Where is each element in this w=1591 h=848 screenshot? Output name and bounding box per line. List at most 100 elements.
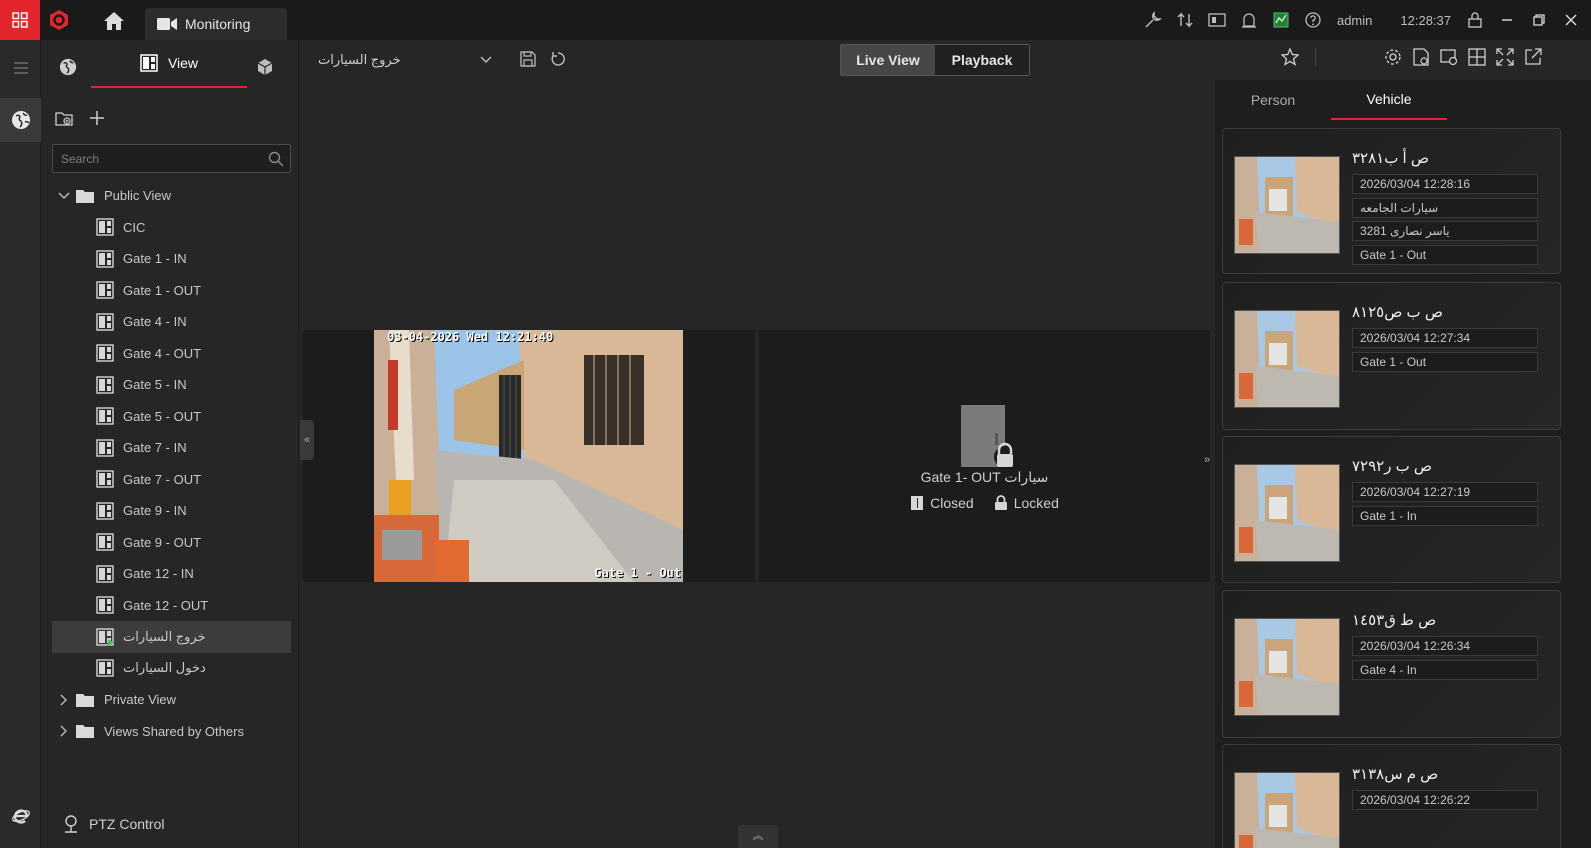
vehicle-snapshot-image <box>1235 465 1339 561</box>
minimize-icon <box>1502 19 1512 21</box>
tree-view-item[interactable]: Gate 5 - OUT <box>52 401 291 433</box>
fullscreen-icon[interactable] <box>1496 48 1514 66</box>
mode-switch: Live View Playback <box>840 44 1030 76</box>
record-window-icon[interactable] <box>1440 48 1458 66</box>
tree-view-label: Gate 4 - OUT <box>123 345 202 361</box>
up-down-arrows-icon <box>1177 12 1193 28</box>
tree-view-label: Gate 1 - IN <box>123 251 187 267</box>
chevron-right-icon[interactable] <box>60 725 68 737</box>
app-menu-button[interactable] <box>0 0 40 40</box>
tab-monitoring[interactable]: Monitoring <box>145 8 287 40</box>
add-view-group-icon[interactable] <box>55 110 73 126</box>
video-window-1[interactable]: 03-04-2026 Wed 12:21:40 Gate 1 - Out <box>303 330 755 582</box>
tab-person[interactable]: Person <box>1215 80 1331 120</box>
menu-toggle-button[interactable] <box>0 46 41 90</box>
tab-vehicle[interactable]: Vehicle <box>1331 80 1447 120</box>
door-status: Closed Locked <box>759 495 1210 511</box>
tree-view-item[interactable]: Gate 12 - IN <box>52 558 291 590</box>
lock-button[interactable] <box>1459 0 1491 40</box>
tree-view-item[interactable]: Gate 12 - OUT <box>52 590 291 622</box>
minimize-button[interactable] <box>1491 0 1523 40</box>
tools-button[interactable] <box>1137 0 1169 40</box>
vehicle-snapshot-image <box>1235 773 1339 848</box>
tree-view-item[interactable]: Gate 5 - IN <box>52 369 291 401</box>
close-button[interactable] <box>1555 0 1587 40</box>
view-actions <box>520 51 566 67</box>
search-box <box>52 144 291 173</box>
add-icon[interactable] <box>89 110 105 126</box>
tree-view-item[interactable]: خروج السيارات <box>52 621 291 653</box>
restore-button[interactable] <box>1523 0 1555 40</box>
tree-view-item[interactable]: Gate 1 - IN <box>52 243 291 275</box>
chevron-right-icon[interactable] <box>60 694 68 706</box>
star-icon[interactable] <box>1281 48 1299 66</box>
tree-folder-shared-views[interactable]: Views Shared by Others <box>52 716 291 748</box>
globe-icon[interactable] <box>59 58 77 76</box>
view-layout-icon <box>96 565 114 583</box>
help-button[interactable] <box>1297 0 1329 40</box>
window-division-icon[interactable] <box>1468 48 1486 66</box>
tree-view-label: Gate 12 - OUT <box>123 597 209 613</box>
capture-icon[interactable] <box>1412 48 1430 66</box>
refresh-icon[interactable] <box>550 51 566 67</box>
collapse-left-panel-button[interactable]: « <box>300 420 314 460</box>
vehicle-snapshot[interactable] <box>1234 464 1340 562</box>
tab-view[interactable]: View <box>91 40 247 88</box>
chevron-down-icon[interactable] <box>58 192 70 200</box>
vehicle-snapshot-image <box>1235 311 1339 407</box>
view-layout-icon <box>96 596 114 614</box>
tree-view-item[interactable]: Gate 7 - IN <box>52 432 291 464</box>
tree-view-item[interactable]: CIC <box>52 212 291 244</box>
plate-number: ص ط ق١٤٥٣ <box>1352 612 1437 629</box>
vehicle-event-card[interactable]: ص أ ب٣٢٨١ 2026/03/04 12:28:16 سيارات الجام… <box>1222 128 1561 274</box>
clock: 12:28:37 <box>1400 12 1451 28</box>
door-locked-icon <box>961 405 1015 468</box>
collapse-right-panel-button[interactable]: » <box>1200 440 1214 480</box>
tree-folder-public-view[interactable]: Public View <box>52 180 291 212</box>
search-icon[interactable] <box>268 151 284 167</box>
vehicle-event-card[interactable]: ص ب ر٧٢٩٢ 2026/03/04 12:27:19 Gate 1 - In <box>1222 436 1561 583</box>
vehicle-snapshot[interactable] <box>1234 156 1340 254</box>
export-icon <box>1208 13 1226 27</box>
tree-view-label: دخول السيارات <box>123 660 206 676</box>
alarm-button[interactable] <box>1233 0 1265 40</box>
current-user[interactable]: admin <box>1329 13 1380 28</box>
tree-view-item[interactable]: Gate 1 - OUT <box>52 275 291 307</box>
rail-item-browser[interactable] <box>0 794 41 838</box>
tree-view-item[interactable]: Gate 9 - OUT <box>52 527 291 559</box>
vehicle-snapshot[interactable] <box>1234 310 1340 408</box>
vehicle-snapshot[interactable] <box>1234 772 1340 848</box>
vehicle-event-card[interactable]: ص ب ص٨١٢٥ 2026/03/04 12:27:34 Gate 1 - Out <box>1222 282 1561 430</box>
export-button[interactable] <box>1201 0 1233 40</box>
double-chevron-up-icon: ︽ <box>752 830 764 842</box>
resource-status-button[interactable] <box>1265 0 1297 40</box>
live-view-button[interactable]: Live View <box>841 45 935 75</box>
tree-view-item[interactable]: Gate 9 - IN <box>52 495 291 527</box>
video-window-2[interactable]: Gate 1- OUT سيارات Closed Locked <box>759 330 1210 582</box>
tree-view-item[interactable]: Gate 4 - IN <box>52 306 291 338</box>
tree-view-label: Gate 12 - IN <box>123 566 194 582</box>
tree-folder-private-view[interactable]: Private View <box>52 684 291 716</box>
tree-view-item[interactable]: Gate 7 - OUT <box>52 464 291 496</box>
tree-view-item[interactable]: دخول السيارات <box>52 653 291 685</box>
tree-view-item[interactable]: Gate 4 - OUT <box>52 338 291 370</box>
current-view-select[interactable]: خروج السيارات <box>318 52 492 68</box>
transfer-button[interactable] <box>1169 0 1201 40</box>
event-field-time: 2026/03/04 12:26:22 <box>1352 790 1538 810</box>
settings-icon[interactable] <box>1384 48 1402 66</box>
title-bar-tools: admin 12:28:37 <box>1137 0 1591 40</box>
vehicle-event-card[interactable]: ص م س٣١٣٨ 2026/03/04 12:26:22 <box>1222 744 1561 848</box>
vehicle-event-card[interactable]: ص ط ق١٤٥٣ 2026/03/04 12:26:34 Gate 4 - In <box>1222 590 1561 738</box>
playback-button[interactable]: Playback <box>935 45 1029 75</box>
vehicle-snapshot[interactable] <box>1234 618 1340 716</box>
expand-bottom-panel-button[interactable]: ︽ <box>738 825 778 848</box>
ptz-control-button[interactable]: PTZ Control <box>61 814 164 834</box>
pop-out-icon[interactable] <box>1524 48 1542 66</box>
search-input[interactable] <box>61 151 261 166</box>
rail-item-resources[interactable] <box>0 98 41 142</box>
camera-feed[interactable]: 03-04-2026 Wed 12:21:40 Gate 1 - Out <box>374 330 683 582</box>
save-icon[interactable] <box>520 51 536 67</box>
cube-icon[interactable] <box>257 58 273 76</box>
tree-view-label: Gate 7 - OUT <box>123 471 202 487</box>
home-icon[interactable] <box>103 11 125 31</box>
